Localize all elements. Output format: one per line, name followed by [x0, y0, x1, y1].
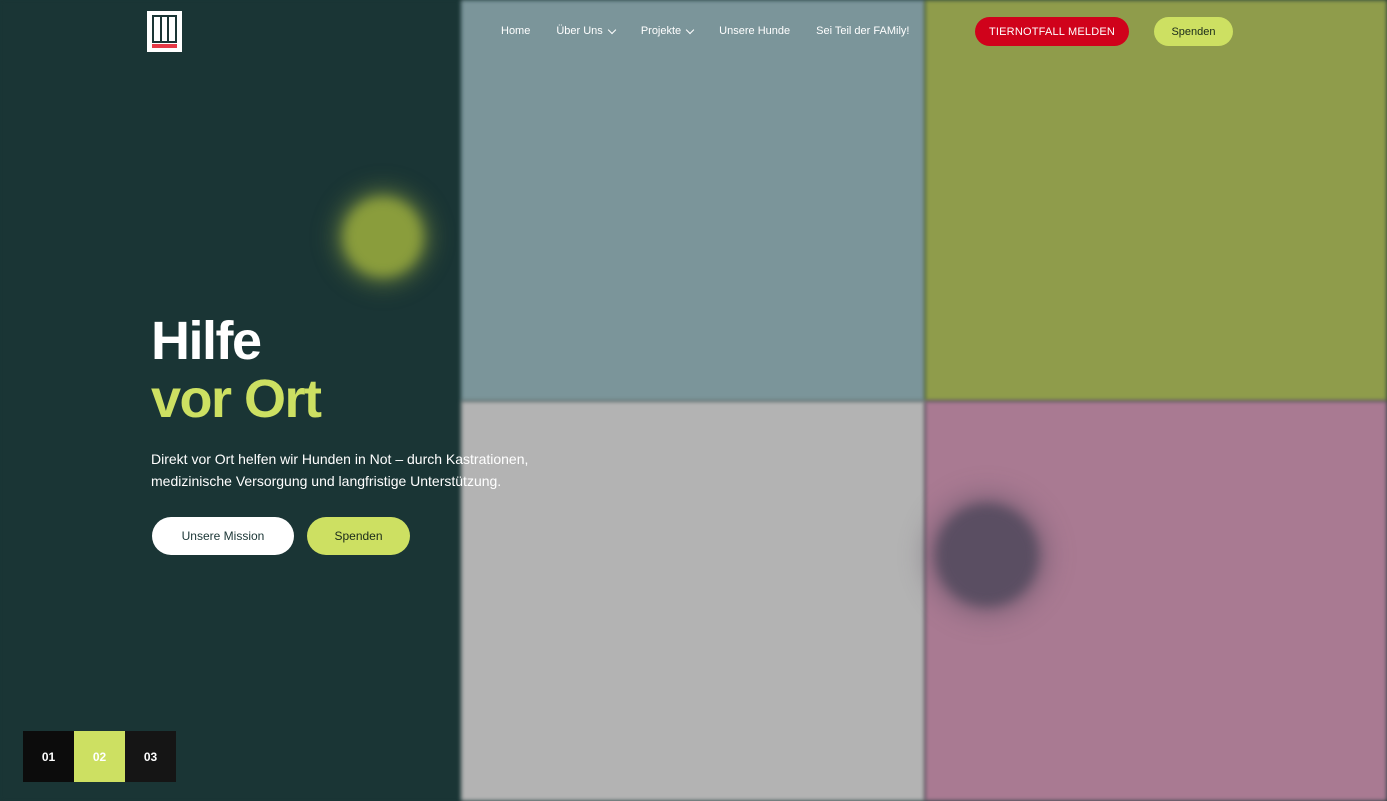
nav-item-ueber-uns[interactable]: Über Uns	[556, 25, 617, 37]
nav-item-label: Unsere Hunde	[719, 25, 791, 37]
hero-description: Direkt vor Ort helfen wir Hunden in Not …	[151, 451, 529, 489]
main-navigation: Home Über Uns Projekte Unsere Hunde Sei …	[0, 0, 1387, 62]
nav-item-label: Projekte	[640, 25, 682, 37]
hero-donate-button[interactable]: Spenden	[307, 517, 410, 555]
nav-item-label: Sei Teil der FAMily!	[816, 25, 910, 37]
nav-item-label: Home	[501, 25, 531, 37]
slide-pagination: 01 02 03	[23, 731, 176, 782]
slide-page-3[interactable]: 03	[125, 731, 176, 782]
hero-actions: Unsere Mission Spenden	[152, 517, 410, 555]
slide-page-2-active[interactable]: 02	[74, 731, 125, 782]
slide-page-1[interactable]: 01	[23, 731, 74, 782]
hero-content: Hilfe vor Ort Direkt vor Ort helfen wir …	[151, 312, 591, 506]
fam-logo[interactable]	[147, 11, 182, 52]
our-mission-button[interactable]: Unsere Mission	[152, 517, 294, 555]
nav-menu: Home Über Uns Projekte Unsere Hunde Sei …	[501, 20, 935, 42]
report-emergency-button[interactable]: TIERNOTFALL MELDEN	[975, 17, 1129, 46]
decorative-green-blob	[343, 197, 423, 277]
nav-item-label: Über Uns	[556, 25, 603, 37]
hero-title: Hilfe	[151, 311, 262, 371]
chevron-down-icon	[685, 25, 695, 34]
nav-item-projekte[interactable]: Projekte	[640, 25, 695, 37]
logo-strip	[152, 44, 177, 48]
nav-donate-button[interactable]: Spenden	[1154, 17, 1233, 46]
logo-mark-icon	[152, 15, 177, 43]
nav-item-home[interactable]: Home	[501, 25, 530, 37]
chevron-down-icon	[607, 25, 617, 34]
decorative-dark-blob	[935, 503, 1039, 607]
nav-item-family[interactable]: Sei Teil der FAMily!	[816, 25, 909, 37]
hero-subtitle: vor Ort	[151, 369, 322, 429]
nav-item-unsere-hunde[interactable]: Unsere Hunde	[719, 25, 790, 37]
